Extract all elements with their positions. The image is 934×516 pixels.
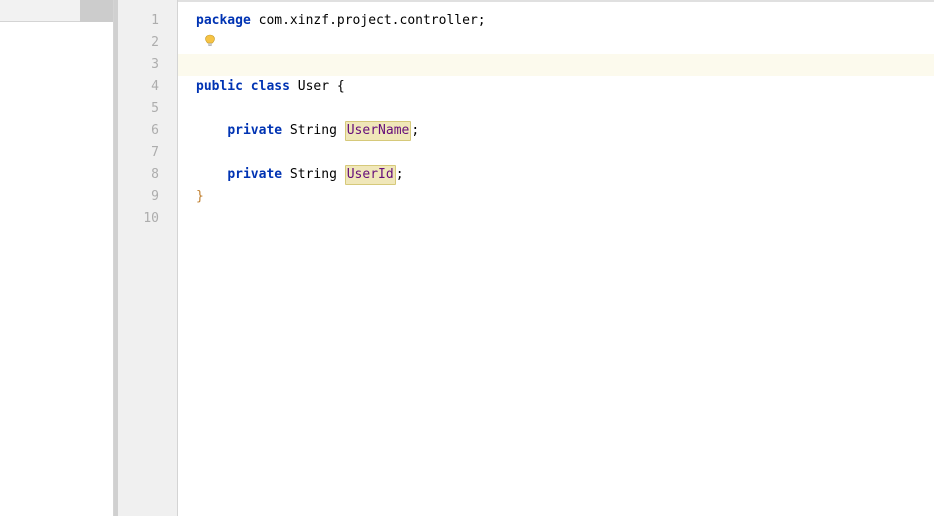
code-line[interactable]: public class User { (196, 76, 934, 98)
line-number[interactable]: 4 (118, 76, 177, 98)
editor-top-border (178, 0, 934, 2)
line-number[interactable]: 2 (118, 32, 177, 54)
code-line[interactable] (196, 98, 934, 120)
keyword-public: public (196, 79, 243, 94)
editor-zone: 1 2 3 4 5 6 7 8 9 10 package com.xinzf.p… (114, 0, 934, 516)
code-editor[interactable]: package com.xinzf.project.controller; pu… (178, 0, 934, 516)
field-username-highlight[interactable]: UserName (345, 121, 412, 141)
package-path: com.xinzf.project.controller; (251, 13, 486, 28)
type-string: String (282, 167, 345, 182)
brace-close: } (196, 189, 204, 204)
code-line[interactable]: private String UserName; (196, 120, 934, 142)
line-number[interactable]: 1 (118, 10, 177, 32)
line-number[interactable]: 5 (118, 98, 177, 120)
line-number[interactable]: 9 (118, 186, 177, 208)
code-line[interactable]: } (196, 186, 934, 208)
line-number[interactable]: 6 (118, 120, 177, 142)
keyword-private: private (227, 123, 282, 138)
brace-open: { (329, 79, 345, 94)
type-string: String (282, 123, 345, 138)
sidebar-toolbar-active-segment[interactable] (80, 0, 114, 22)
semicolon: ; (396, 167, 404, 182)
line-number[interactable]: 8 (118, 164, 177, 186)
code-line[interactable]: package com.xinzf.project.controller; (196, 10, 934, 32)
keyword-class: class (251, 79, 290, 94)
semicolon: ; (411, 123, 419, 138)
sidebar-toolbar (0, 0, 113, 22)
class-name: User (298, 79, 329, 94)
code-line[interactable]: private String UserId; (196, 164, 934, 186)
line-number[interactable]: 7 (118, 142, 177, 164)
line-number[interactable]: 10 (118, 208, 177, 230)
line-number-gutter[interactable]: 1 2 3 4 5 6 7 8 9 10 (118, 0, 178, 516)
field-userid-highlight[interactable]: UserId (345, 165, 396, 185)
lightbulb-icon[interactable] (204, 34, 216, 48)
line-number[interactable]: 3 (118, 54, 177, 76)
keyword-package: package (196, 13, 251, 28)
ide-root: n otation io va 1 2 3 4 5 6 7 8 9 10 pac… (0, 0, 934, 516)
project-sidebar[interactable]: n otation io va (0, 0, 114, 516)
code-line-current[interactable] (178, 54, 934, 76)
keyword-private: private (227, 167, 282, 182)
code-line[interactable] (196, 32, 934, 54)
code-line[interactable] (196, 142, 934, 164)
code-line[interactable] (196, 208, 934, 230)
